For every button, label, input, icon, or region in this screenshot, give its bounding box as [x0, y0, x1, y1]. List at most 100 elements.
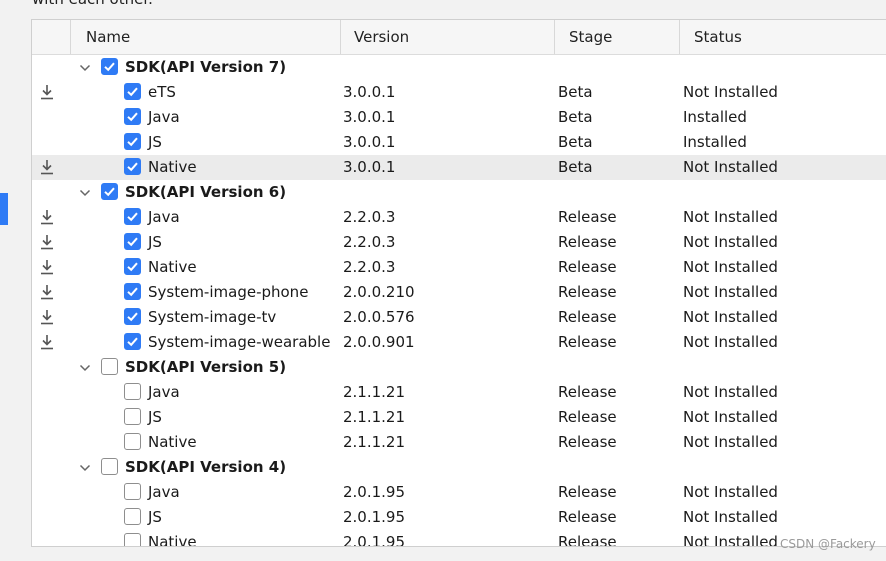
item-checkbox[interactable] — [124, 283, 141, 300]
chevron-down-icon[interactable] — [77, 459, 93, 475]
group-checkbox[interactable] — [101, 358, 118, 375]
table-row[interactable]: Java 2.2.0.3 Release Not Installed — [32, 205, 886, 230]
table-row[interactable]: Native 2.1.1.21 Release Not Installed — [32, 430, 886, 455]
table-row[interactable]: JS 2.1.1.21 Release Not Installed — [32, 405, 886, 430]
tree-group-row[interactable]: SDK(API Version 4) — [32, 455, 886, 480]
item-checkbox[interactable] — [124, 483, 141, 500]
table-row[interactable]: Java 2.0.1.95 Release Not Installed — [32, 480, 886, 505]
item-checkbox[interactable] — [124, 508, 141, 525]
item-checkbox[interactable] — [124, 83, 141, 100]
column-separator[interactable] — [679, 20, 680, 54]
cell-stage: Release — [558, 483, 617, 501]
column-separator[interactable] — [554, 20, 555, 54]
group-checkbox[interactable] — [101, 458, 118, 475]
item-name: Native — [148, 533, 197, 547]
chevron-down-icon[interactable] — [77, 184, 93, 200]
cell-status: Not Installed — [683, 433, 778, 451]
checkmark-icon — [104, 62, 115, 72]
cell-version: 2.2.0.3 — [343, 208, 396, 226]
sdk-tree-table[interactable]: Name Version Stage Status SDK(API Versio… — [31, 19, 886, 547]
cell-version: 2.0.0.576 — [343, 308, 415, 326]
cell-stage: Release — [558, 233, 617, 251]
table-row[interactable]: JS 2.0.1.95 Release Not Installed — [32, 505, 886, 530]
checkmark-icon — [127, 337, 138, 347]
checkmark-icon — [127, 212, 138, 222]
item-name: System-image-tv — [148, 308, 277, 326]
column-header-status[interactable]: Status — [694, 20, 742, 54]
group-name: SDK(API Version 5) — [125, 358, 287, 376]
item-name: Java — [148, 483, 180, 501]
table-row[interactable]: Native 2.0.1.95 Release Not Installed — [32, 530, 886, 547]
column-header-version[interactable]: Version — [354, 20, 409, 54]
item-checkbox[interactable] — [124, 258, 141, 275]
item-checkbox[interactable] — [124, 233, 141, 250]
item-checkbox[interactable] — [124, 108, 141, 125]
checkmark-icon — [127, 312, 138, 322]
cell-status: Installed — [683, 133, 747, 151]
download-icon[interactable] — [39, 284, 55, 301]
item-name: System-image-phone — [148, 283, 309, 301]
table-row[interactable]: JS 3.0.0.1 Beta Installed — [32, 130, 886, 155]
table-row[interactable]: Native 2.2.0.3 Release Not Installed — [32, 255, 886, 280]
item-name: Java — [148, 383, 180, 401]
item-checkbox[interactable] — [124, 208, 141, 225]
item-checkbox[interactable] — [124, 333, 141, 350]
column-separator[interactable] — [340, 20, 341, 54]
table-header: Name Version Stage Status — [32, 20, 886, 55]
cell-version: 3.0.0.1 — [343, 158, 396, 176]
tree-group-row[interactable]: SDK(API Version 7) — [32, 55, 886, 80]
item-name: Java — [148, 208, 180, 226]
download-icon[interactable] — [39, 159, 55, 176]
cell-status: Not Installed — [683, 83, 778, 101]
item-checkbox[interactable] — [124, 308, 141, 325]
cell-stage: Beta — [558, 133, 593, 151]
table-row[interactable]: JS 2.2.0.3 Release Not Installed — [32, 230, 886, 255]
column-separator[interactable] — [70, 20, 71, 54]
table-row[interactable]: eTS 3.0.0.1 Beta Not Installed — [32, 80, 886, 105]
checkmark-icon — [127, 162, 138, 172]
cell-version: 3.0.0.1 — [343, 108, 396, 126]
cell-status: Not Installed — [683, 483, 778, 501]
download-icon[interactable] — [39, 259, 55, 276]
table-row[interactable]: System-image-phone 2.0.0.210 Release Not In… — [32, 280, 886, 305]
intro-text: with each other. — [32, 0, 153, 8]
chevron-down-icon[interactable] — [77, 59, 93, 75]
item-checkbox[interactable] — [124, 433, 141, 450]
group-checkbox[interactable] — [101, 183, 118, 200]
group-checkbox[interactable] — [101, 58, 118, 75]
cell-status: Not Installed — [683, 308, 778, 326]
download-icon[interactable] — [39, 309, 55, 326]
cell-status: Not Installed — [683, 383, 778, 401]
cell-version: 3.0.0.1 — [343, 133, 396, 151]
download-icon[interactable] — [39, 234, 55, 251]
cell-stage: Release — [558, 383, 617, 401]
column-header-name[interactable]: Name — [86, 20, 130, 54]
table-row[interactable]: System-image-tv 2.0.0.576 Release Not Insta… — [32, 305, 886, 330]
item-checkbox[interactable] — [124, 158, 141, 175]
chevron-down-icon[interactable] — [77, 359, 93, 375]
item-checkbox[interactable] — [124, 408, 141, 425]
download-icon[interactable] — [39, 334, 55, 351]
item-name: eTS — [148, 83, 176, 101]
tree-group-row[interactable]: SDK(API Version 5) — [32, 355, 886, 380]
table-row[interactable]: Java 2.1.1.21 Release Not Installed — [32, 380, 886, 405]
table-row[interactable]: System-image-wearable 2.0.0.901 Release Not… — [32, 330, 886, 355]
cell-version: 2.0.1.95 — [343, 533, 406, 547]
checkmark-icon — [127, 287, 138, 297]
download-icon[interactable] — [39, 84, 55, 101]
cell-version: 2.1.1.21 — [343, 383, 406, 401]
item-checkbox[interactable] — [124, 133, 141, 150]
download-icon[interactable] — [39, 209, 55, 226]
item-checkbox[interactable] — [124, 533, 141, 546]
table-row[interactable]: Java 3.0.0.1 Beta Installed — [32, 105, 886, 130]
checkmark-icon — [127, 87, 138, 97]
cell-stage: Release — [558, 258, 617, 276]
cell-version: 2.0.1.95 — [343, 483, 406, 501]
tree-group-row[interactable]: SDK(API Version 6) — [32, 180, 886, 205]
item-name: JS — [148, 233, 162, 251]
cell-status: Not Installed — [683, 158, 778, 176]
table-row[interactable]: Native 3.0.0.1 Beta Not Installed — [32, 155, 886, 180]
cell-stage: Release — [558, 208, 617, 226]
column-header-stage[interactable]: Stage — [569, 20, 612, 54]
item-checkbox[interactable] — [124, 383, 141, 400]
